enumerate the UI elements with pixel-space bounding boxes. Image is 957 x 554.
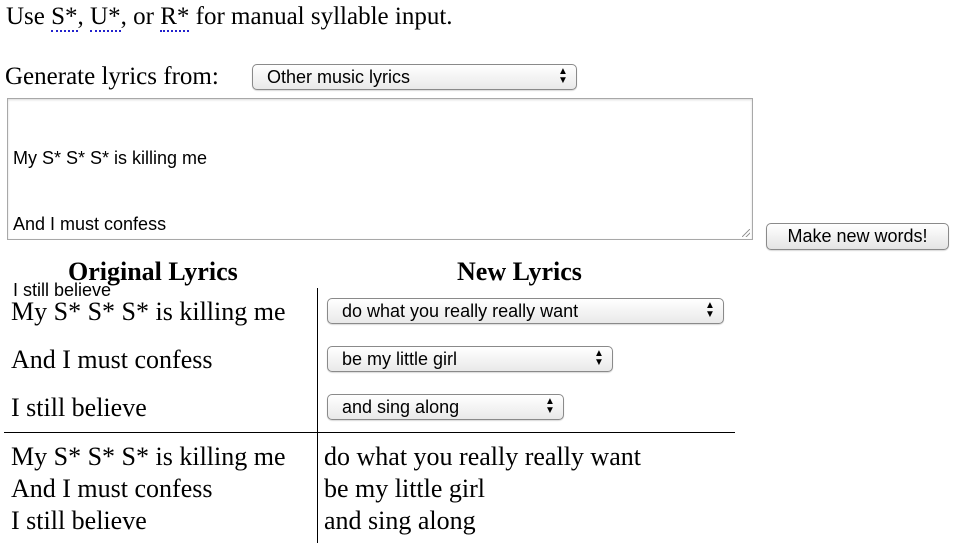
lyrics-textarea[interactable]: My S* S* S* is killing me And I must con… <box>7 98 753 300</box>
original-lyrics-header: Original Lyrics <box>68 257 238 286</box>
lyrics-source-select[interactable]: Other music lyrics ▲ ▼ <box>252 64 577 90</box>
original-row-1: And I must confess <box>11 345 213 374</box>
select-arrows-icon: ▲ ▼ <box>705 300 715 320</box>
input-line: My S* S* S* is killing me <box>13 148 208 168</box>
s-code-abbr[interactable]: S* <box>51 3 78 32</box>
column-divider <box>317 433 318 543</box>
result-new-line: and sing along <box>324 506 476 535</box>
instructions-sep2: , or <box>120 3 161 30</box>
original-row-2: I still believe <box>11 393 147 422</box>
new-lyric-selected: and sing along <box>342 397 460 417</box>
select-arrows-icon: ▲ ▼ <box>558 66 568 86</box>
r-code-abbr[interactable]: R* <box>160 3 190 32</box>
instructions-sep1: , <box>77 3 91 30</box>
lyrics-source-selected: Other music lyrics <box>267 67 411 87</box>
new-lyric-select-1[interactable]: be my little girl ▲ ▼ <box>327 346 613 372</box>
row-divider <box>4 432 735 433</box>
column-divider <box>317 288 318 432</box>
new-lyric-selected: be my little girl <box>342 349 458 369</box>
new-lyric-selected: do what you really really want <box>342 301 579 321</box>
resize-grip-icon[interactable] <box>742 229 750 237</box>
instructions-suffix: for manual syllable input. <box>189 3 453 30</box>
select-arrows-icon: ▲ ▼ <box>545 396 555 416</box>
new-lyric-select-2[interactable]: and sing along ▲ ▼ <box>327 394 564 420</box>
make-new-words-button[interactable]: Make new words! <box>766 223 949 250</box>
instructions-text: Use S*, U*, or R* for manual syllable in… <box>6 0 453 34</box>
original-row-0: My S* S* S* is killing me <box>11 297 286 326</box>
select-arrows-icon: ▲ ▼ <box>594 348 604 368</box>
result-original-line: I still believe <box>11 506 147 535</box>
instructions-prefix: Use <box>6 3 52 30</box>
generate-label: Generate lyrics from: <box>5 63 219 90</box>
result-original-line: And I must confess <box>11 474 213 503</box>
input-line: And I must confess <box>13 214 167 234</box>
new-lyric-select-0[interactable]: do what you really really want ▲ ▼ <box>327 298 724 324</box>
result-original-line: My S* S* S* is killing me <box>11 442 286 471</box>
result-new-line: do what you really really want <box>324 442 641 471</box>
result-new-line: be my little girl <box>324 474 486 503</box>
new-lyrics-header: New Lyrics <box>457 257 582 286</box>
u-code-abbr[interactable]: U* <box>90 3 121 32</box>
